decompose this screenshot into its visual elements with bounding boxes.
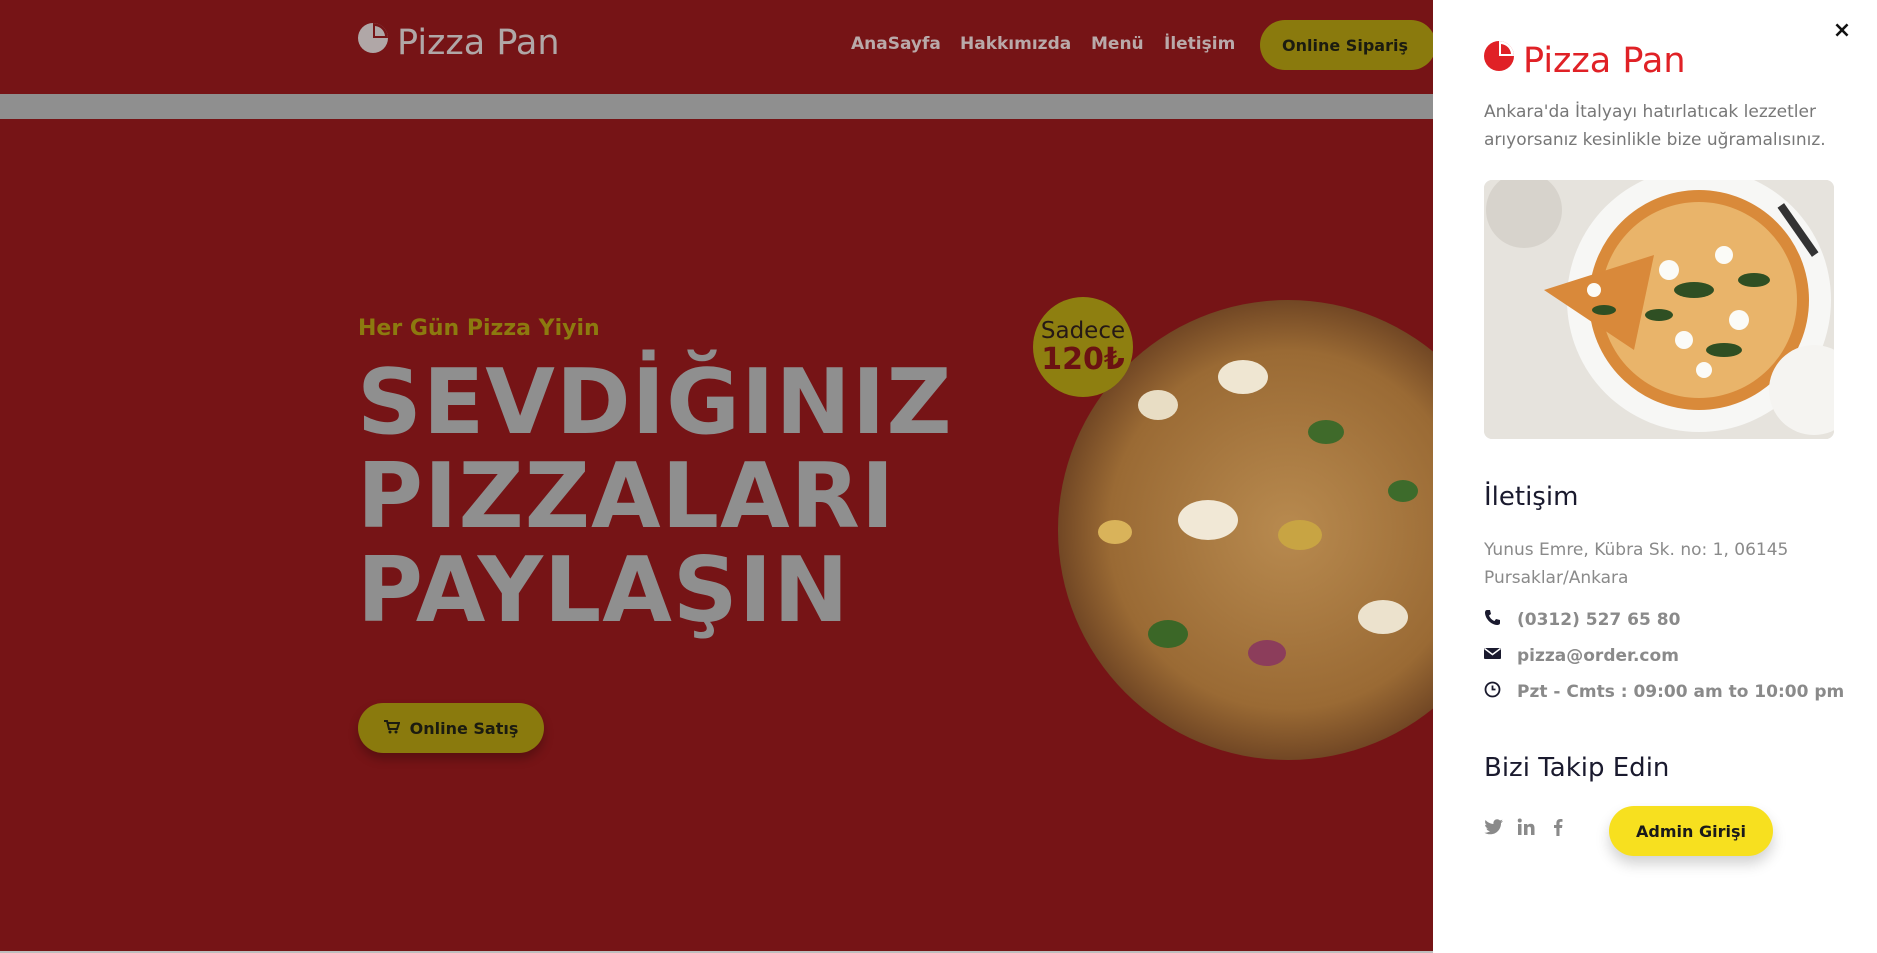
hours-text: Pzt - Cmts : 09:00 am to 10:00 pm	[1517, 682, 1845, 702]
site-logo[interactable]: Pizza Pan	[357, 22, 560, 63]
site-header: Pizza Pan AnaSayfa Hakkımızda Menü İleti…	[0, 0, 1433, 94]
twitter-icon[interactable]	[1484, 817, 1504, 837]
panel-description: Ankara'da İtalyayı hatırlatıcak lezzetle…	[1484, 102, 1826, 150]
headline-line-3: PAYLAŞIN	[357, 538, 850, 643]
cart-icon	[383, 719, 401, 738]
headline-line-2: PIZZALARI	[357, 444, 896, 549]
phone-text: (0312) 527 65 80	[1517, 610, 1681, 630]
headline-line-1: SEVDİĞINIZ	[357, 350, 953, 455]
contact-address: Yunus Emre, Kübra Sk. no: 1, 06145 Pursa…	[1484, 540, 1789, 588]
badge-price: 120₺	[1041, 342, 1125, 377]
main-page: Pizza Pan AnaSayfa Hakkımızda Menü İleti…	[0, 0, 1433, 953]
contact-heading: İletişim	[1484, 482, 1579, 512]
contact-phone[interactable]: (0312) 527 65 80	[1484, 609, 1680, 631]
badge-label: Sadece	[1040, 318, 1126, 344]
nav-menu[interactable]: Menü	[1091, 34, 1144, 54]
panel-pizza-image	[1484, 180, 1834, 439]
facebook-icon[interactable]	[1548, 817, 1568, 837]
phone-icon	[1484, 609, 1501, 631]
nav-contact[interactable]: İletişim	[1164, 34, 1235, 54]
panel-logo[interactable]: Pizza Pan	[1483, 40, 1686, 81]
header-divider	[0, 94, 1433, 119]
admin-login-button[interactable]: Admin Girişi	[1609, 806, 1773, 856]
email-text: pizza@order.com	[1517, 646, 1679, 666]
clock-icon	[1484, 681, 1501, 703]
hero-headline: SEVDİĞINIZ PIZZALARI PAYLAŞIN	[357, 356, 953, 638]
panel-logo-text: Pizza Pan	[1523, 40, 1686, 81]
close-icon[interactable]: ×	[1831, 20, 1853, 42]
contact-hours: Pzt - Cmts : 09:00 am to 10:00 pm	[1484, 681, 1844, 703]
pizza-slice-icon	[357, 22, 389, 63]
envelope-icon	[1484, 645, 1501, 667]
online-sale-button[interactable]: Online Satış	[358, 703, 544, 753]
nav-about[interactable]: Hakkımızda	[960, 34, 1071, 54]
contact-email[interactable]: pizza@order.com	[1484, 645, 1679, 667]
pizza-slice-icon	[1483, 40, 1515, 81]
nav-home[interactable]: AnaSayfa	[851, 34, 941, 54]
hero-tagline: Her Gün Pizza Yiyin	[358, 316, 600, 341]
price-badge: Sadece 120₺	[1033, 297, 1133, 397]
sale-button-label: Online Satış	[409, 718, 519, 738]
follow-heading: Bizi Takip Edin	[1484, 753, 1670, 783]
online-order-button[interactable]: Online Sipariş	[1260, 20, 1433, 70]
logo-text: Pizza Pan	[397, 22, 560, 63]
linkedin-icon[interactable]	[1516, 817, 1536, 837]
